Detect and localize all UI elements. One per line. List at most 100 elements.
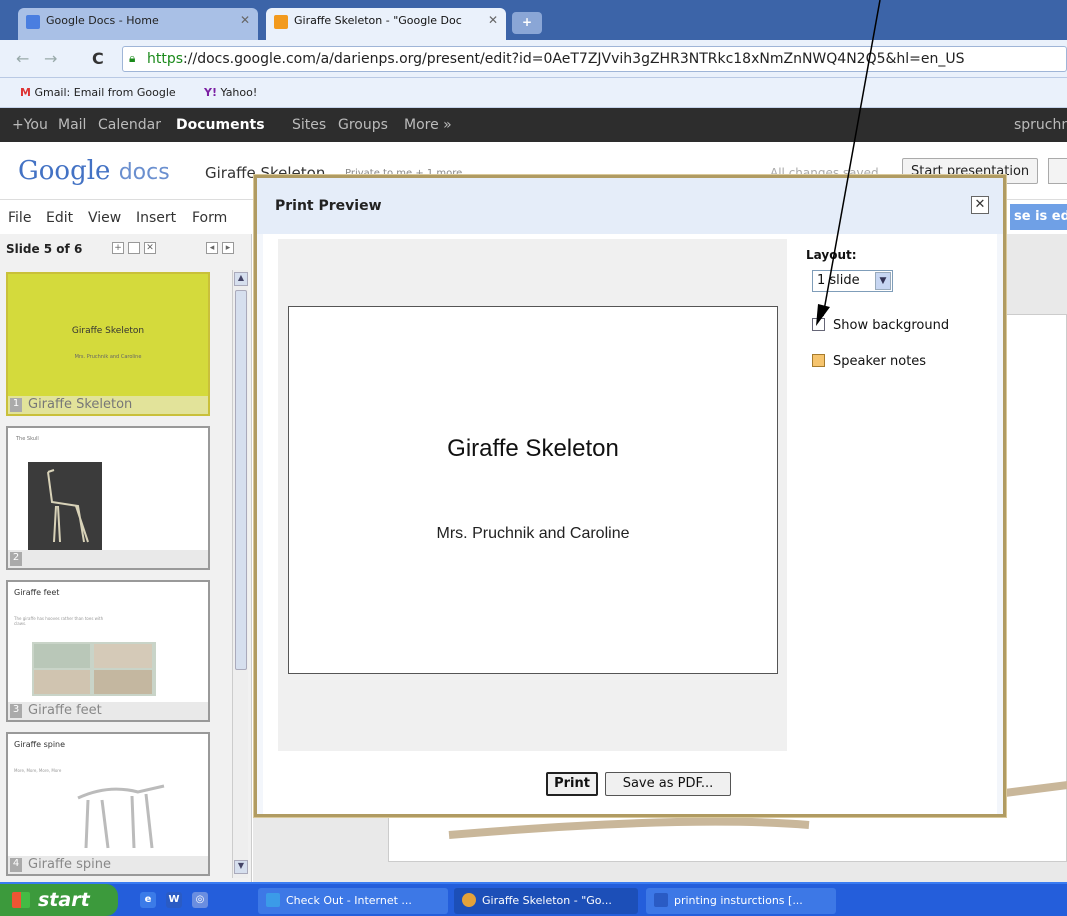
start-button[interactable]: start xyxy=(0,884,118,916)
gbar-you[interactable]: +You xyxy=(12,117,48,133)
collaborator-notice: se is ed xyxy=(1010,204,1067,230)
address-bar[interactable]: 🔒︎ https://docs.google.com/a/darienps.or… xyxy=(122,46,1067,72)
print-button[interactable]: Print xyxy=(546,772,598,796)
internet-explorer-icon xyxy=(266,893,280,907)
dialog-title: Print Preview xyxy=(275,198,382,214)
thumb-number: 1 xyxy=(10,398,22,412)
new-tab-button[interactable]: + xyxy=(512,12,542,34)
windows-flag-icon xyxy=(12,892,30,908)
chrome-icon xyxy=(462,893,476,907)
back-arrow-icon[interactable]: ← xyxy=(16,49,29,68)
lock-icon: 🔒︎ xyxy=(129,51,136,65)
task-chrome[interactable]: Giraffe Skeleton - "Go... xyxy=(454,888,638,914)
layout-value: 1 slide xyxy=(817,273,860,288)
spine-photo xyxy=(68,778,172,852)
browser-tabstrip: Google Docs - Home ✕ Giraffe Skeleton - … xyxy=(0,0,1067,40)
logo-docs: docs xyxy=(118,160,170,185)
menu-insert[interactable]: Insert xyxy=(136,210,176,226)
bookmark-gmail[interactable]: M Gmail: Email from Google xyxy=(20,86,176,99)
task-label: Check Out - Internet ... xyxy=(286,894,412,907)
reload-icon[interactable]: C xyxy=(92,49,104,68)
thumb-subtitle: The giraffe has hooves rather than toes … xyxy=(14,616,104,626)
layout-select[interactable]: 1 slide ▼ xyxy=(812,270,893,292)
tab-docs-home[interactable]: Google Docs - Home ✕ xyxy=(18,8,258,40)
thumb-number: 4 xyxy=(10,858,22,872)
tab-label: Giraffe Skeleton - "Google Doc xyxy=(294,14,462,27)
close-tab-icon[interactable]: ✕ xyxy=(488,13,498,27)
thumb-label: Giraffe Skeleton xyxy=(8,396,208,414)
gbar-sites[interactable]: Sites xyxy=(292,117,326,133)
gbar-more[interactable]: More » xyxy=(404,117,452,133)
gbar-mail[interactable]: Mail xyxy=(58,117,86,133)
gmail-icon: M xyxy=(20,86,31,99)
gbar-calendar[interactable]: Calendar xyxy=(98,117,161,133)
google-docs-logo[interactable]: Google docs xyxy=(18,156,170,186)
slide-thumbnail[interactable]: Giraffe Skeleton Mrs. Pruchnik and Carol… xyxy=(6,272,210,416)
tab-giraffe-skeleton[interactable]: Giraffe Skeleton - "Google Doc ✕ xyxy=(266,8,506,40)
duplicate-slide-icon[interactable] xyxy=(128,242,140,254)
thumb-label xyxy=(8,550,208,568)
preview-area: Giraffe Skeleton Mrs. Pruchnik and Carol… xyxy=(278,239,787,751)
menu-format[interactable]: Form xyxy=(192,210,227,226)
scroll-up-icon[interactable]: ▲ xyxy=(234,272,248,286)
gbar-documents[interactable]: Documents xyxy=(176,117,265,133)
save-as-pdf-button[interactable]: Save as PDF... xyxy=(605,772,731,796)
word-icon xyxy=(654,893,668,907)
scroll-down-icon[interactable]: ▼ xyxy=(234,860,248,874)
bookmark-label: Gmail: Email from Google xyxy=(34,86,176,99)
dialog-body: Giraffe Skeleton Mrs. Pruchnik and Carol… xyxy=(263,234,997,814)
logo-google: Google xyxy=(18,156,111,186)
slide-thumbnail[interactable]: The Skull 2 xyxy=(6,426,210,570)
thumb-title: The Skull xyxy=(16,436,39,442)
task-label: Giraffe Skeleton - "Go... xyxy=(482,894,612,907)
slide-count: Slide 5 of 6 xyxy=(6,242,83,256)
delete-slide-icon[interactable]: ✕ xyxy=(144,242,156,254)
speaker-notes-label: Speaker notes xyxy=(833,354,927,369)
bookmarks-bar: M Gmail: Email from Google Y! Yahoo! xyxy=(0,78,1067,108)
bookmark-yahoo[interactable]: Y! Yahoo! xyxy=(204,86,257,99)
task-internet-explorer[interactable]: Check Out - Internet ... xyxy=(258,888,448,914)
scrollbar-thumb[interactable] xyxy=(235,290,247,670)
word-icon[interactable]: W xyxy=(166,892,182,908)
task-word[interactable]: printing insturctions [... xyxy=(646,888,836,914)
show-background-option[interactable]: Show background xyxy=(812,318,949,333)
preview-page: Giraffe Skeleton Mrs. Pruchnik and Carol… xyxy=(288,306,778,674)
sidebar-scrollbar[interactable]: ▲ ▼ xyxy=(232,270,248,878)
speaker-notes-option[interactable]: Speaker notes xyxy=(812,354,926,369)
share-button[interactable] xyxy=(1048,158,1067,184)
gbar-groups[interactable]: Groups xyxy=(338,117,388,133)
move-up-icon[interactable]: ◂ xyxy=(206,242,218,254)
forward-arrow-icon[interactable]: → xyxy=(44,49,57,68)
windows-taskbar: start e W ◎ Check Out - Internet ... Gir… xyxy=(0,882,1067,916)
giraffe-feet-image xyxy=(34,644,152,694)
menu-view[interactable]: View xyxy=(88,210,121,226)
browser-toolbar: ← → C 🔒︎ https://docs.google.com/a/darie… xyxy=(0,40,1067,78)
url-scheme: https xyxy=(147,51,184,67)
menu-edit[interactable]: Edit xyxy=(46,210,73,226)
dialog-header: Print Preview ✕ xyxy=(257,178,1003,234)
presentation-favicon-icon xyxy=(274,15,288,29)
url-rest: ://docs.google.com/a/darienps.org/presen… xyxy=(183,51,965,67)
thumb-subtitle: More, More, More, More xyxy=(14,768,62,773)
skull-photo xyxy=(28,462,102,552)
thumbnail-background xyxy=(8,274,208,414)
browser-icon[interactable]: ◎ xyxy=(192,892,208,908)
speaker-notes-checkbox[interactable] xyxy=(812,354,825,367)
internet-explorer-icon[interactable]: e xyxy=(140,892,156,908)
move-down-icon[interactable]: ▸ xyxy=(222,242,234,254)
add-slide-icon[interactable]: + xyxy=(112,242,124,254)
slide-thumbnail[interactable]: Giraffe feet The giraffe has hooves rath… xyxy=(6,580,210,722)
feet-photo xyxy=(32,642,156,696)
close-icon[interactable]: ✕ xyxy=(971,196,989,214)
gbar-user[interactable]: spruchn xyxy=(1014,117,1067,133)
menu-file[interactable]: File xyxy=(8,210,31,226)
close-tab-icon[interactable]: ✕ xyxy=(240,13,250,27)
print-preview-dialog: Print Preview ✕ Giraffe Skeleton Mrs. Pr… xyxy=(254,175,1006,817)
thumb-label: Giraffe spine xyxy=(8,856,208,874)
giraffe-spine-image xyxy=(77,784,165,849)
show-background-checkbox[interactable] xyxy=(812,318,825,331)
preview-subtitle: Mrs. Pruchnik and Caroline xyxy=(436,525,630,542)
task-label: printing insturctions [... xyxy=(674,894,803,907)
slide-thumbnail[interactable]: Giraffe spine More, More, More, More Gir… xyxy=(6,732,210,876)
chevron-down-icon[interactable]: ▼ xyxy=(875,272,891,290)
